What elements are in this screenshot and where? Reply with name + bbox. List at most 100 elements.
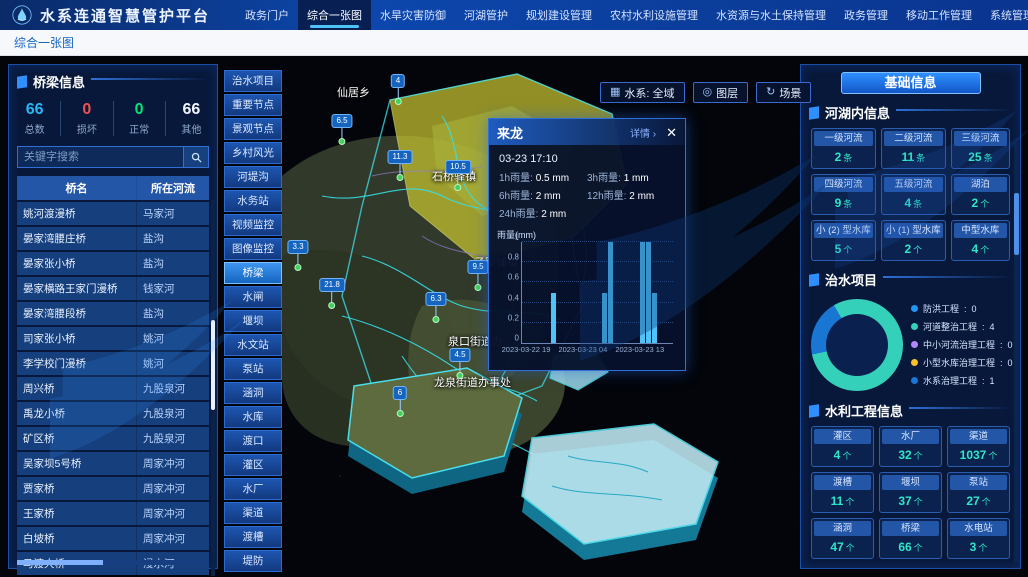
station-pin[interactable]: 3.3 [287,240,308,271]
nav-tab[interactable]: 系统管理 [981,0,1028,30]
map-control-button[interactable]: ▦ 水系: 全域 [600,82,685,103]
layer-menu-item[interactable]: 景观节点 [224,118,282,140]
stat-tile[interactable]: 小 (1) 型水库 2个 [881,220,946,261]
table-row[interactable]: 白坡桥 周家冲河 [17,527,209,550]
layer-menu-item[interactable]: 水库 [224,406,282,428]
station-pin[interactable]: 11.3 [388,150,413,181]
layer-menu-item[interactable]: 渡槽 [224,526,282,548]
layer-menu-item[interactable]: 水文站 [224,334,282,356]
layer-menu-item[interactable]: 治水项目 [224,70,282,92]
legend-item: 中小河流治理工程: 0 [911,338,1014,351]
stat-tile[interactable]: 一级河流 2条 [811,128,876,169]
panel-scrollbar[interactable] [1014,143,1019,563]
layer-menu-item[interactable]: 桥梁 [224,262,282,284]
table-row[interactable]: 晏家横路王家门漫桥 钱家河 [17,277,209,300]
nav-tab[interactable]: 农村水利设施管理 [601,0,707,30]
search-input[interactable] [17,146,183,168]
table-row[interactable]: 司家张小桥 姚河 [17,327,209,350]
nav-tab[interactable]: 水旱灾害防御 [371,0,455,30]
layer-menu-item[interactable]: 河堤沟 [224,166,282,188]
breadcrumb-bar: 综合一张图 [0,30,1028,56]
stat-tile[interactable]: 三级河流 25条 [951,128,1010,169]
table-row[interactable]: 周兴桥 九股泉河 [17,377,209,400]
stat-tile[interactable]: 渡槽 11个 [811,472,874,513]
table-row[interactable]: 晏家湾腰庄桥 盐沟 [17,227,209,250]
stat-tile[interactable]: 中型水库 4个 [951,220,1010,261]
stat-tile[interactable]: 水电站 3个 [947,518,1010,559]
scrollbar-thumb[interactable] [1014,193,1019,255]
layer-menu-item[interactable]: 渡口 [224,430,282,452]
base-info-button[interactable]: 基础信息 [841,72,981,94]
layer-menu-item[interactable]: 乡村风光 [224,142,282,164]
table-horizontal-scrollbar[interactable] [17,560,209,565]
station-pin[interactable]: 9.5 [467,260,488,291]
layer-menu-item[interactable]: 堰坝 [224,310,282,332]
stat-tile[interactable]: 湖泊 2个 [951,174,1010,215]
layer-menu-item[interactable]: 水务站 [224,190,282,212]
station-pin[interactable]: 6.3 [425,292,446,323]
table-vertical-scrollbar[interactable] [211,200,215,576]
section-divider [91,78,209,80]
nav-tab[interactable]: 移动工作管理 [897,0,981,30]
layer-menu-item[interactable]: 图像监控 [224,238,282,260]
rain-metric: 1h雨量: 0.5 mm [499,169,587,184]
table-row[interactable]: 禹龙小桥 九股泉河 [17,402,209,425]
station-pin[interactable]: 6 [393,386,407,417]
station-pin[interactable]: 6.5 [331,114,352,145]
stat-tile[interactable]: 堰坝 37个 [879,472,942,513]
map-control-button[interactable]: ◎ 图层 [693,82,749,103]
table-row[interactable]: 王家桥 周家冲河 [17,502,209,525]
nav-tab[interactable]: 规划建设管理 [517,0,601,30]
tile-label: 小 (2) 型水库 [814,223,873,238]
table-row[interactable]: 贾家桥 周家冲河 [17,477,209,500]
stat-tile[interactable]: 二级河流 11条 [881,128,946,169]
stat-label: 损坏 [61,121,112,136]
layer-menu-item[interactable]: 涵洞 [224,382,282,404]
layer-menu-item[interactable]: 渠道 [224,502,282,524]
table-row[interactable]: 矿区桥 九股泉河 [17,427,209,450]
layer-menu-item[interactable]: 灌区 [224,454,282,476]
pin-stem [342,128,343,138]
layer-menu-item[interactable]: 水厂 [224,478,282,500]
layer-menu-item[interactable]: 重要节点 [224,94,282,116]
search-button[interactable] [183,146,209,168]
stat-tile[interactable]: 五级河流 4条 [881,174,946,215]
map-control-button[interactable]: ↻ 场景 [756,82,811,103]
bridge-table-body[interactable]: 姚河渡漫桥 马家河 晏家湾腰庄桥 盐沟 晏家张小桥 盐沟 [17,200,209,576]
table-row[interactable]: 吴家坝5号桥 周家冲河 [17,452,209,475]
station-pin[interactable]: 4 [391,74,405,105]
layer-menu-item[interactable]: 水闸 [224,286,282,308]
scrollbar-thumb[interactable] [211,320,215,410]
stat-tile[interactable]: 小 (2) 型水库 5个 [811,220,876,261]
station-pin[interactable]: 21.8 [319,278,345,309]
table-row[interactable]: 李学校门漫桥 姚河 [17,352,209,375]
layer-menu-item[interactable]: 泵站 [224,358,282,380]
nav-tab[interactable]: 政务管理 [835,0,897,30]
search-icon [191,152,202,163]
river-cell: 周家冲河 [136,527,209,550]
nav-tab[interactable]: 河湖管护 [455,0,517,30]
stat-tile[interactable]: 桥梁 66个 [879,518,942,559]
popup-detail-link[interactable]: 详情 › [630,125,656,140]
table-row[interactable]: 姚河渡漫桥 马家河 [17,202,209,225]
breadcrumb[interactable]: 综合一张图 [0,34,74,51]
station-pin[interactable]: 4.5 [449,348,470,379]
nav-tab[interactable]: 综合一张图 [298,0,371,30]
station-pin[interactable]: 10.5 [445,160,471,191]
table-row[interactable]: 晏家湾腰段桥 盐沟 [17,302,209,325]
station-dot-icon [396,174,403,181]
close-icon[interactable]: ✕ [666,126,677,139]
nav-tab[interactable]: 政务门户 [236,0,298,30]
nav-tab[interactable]: 水资源与水土保持管理 [707,0,835,30]
layer-menu-item[interactable]: 堤防 [224,550,282,572]
stat-tile[interactable]: 灌区 4个 [811,426,874,467]
table-row[interactable]: 晏家张小桥 盐沟 [17,252,209,275]
stat-tile[interactable]: 渠道 1037个 [947,426,1010,467]
stat-tile[interactable]: 涵洞 47个 [811,518,874,559]
stat-tile[interactable]: 泵站 27个 [947,472,1010,513]
station-dot-icon [454,184,461,191]
stat-tile[interactable]: 水厂 32个 [879,426,942,467]
stat-tile[interactable]: 四级河流 9条 [811,174,876,215]
layer-menu-item[interactable]: 视频监控 [224,214,282,236]
scrollbar-thumb[interactable] [17,560,103,565]
